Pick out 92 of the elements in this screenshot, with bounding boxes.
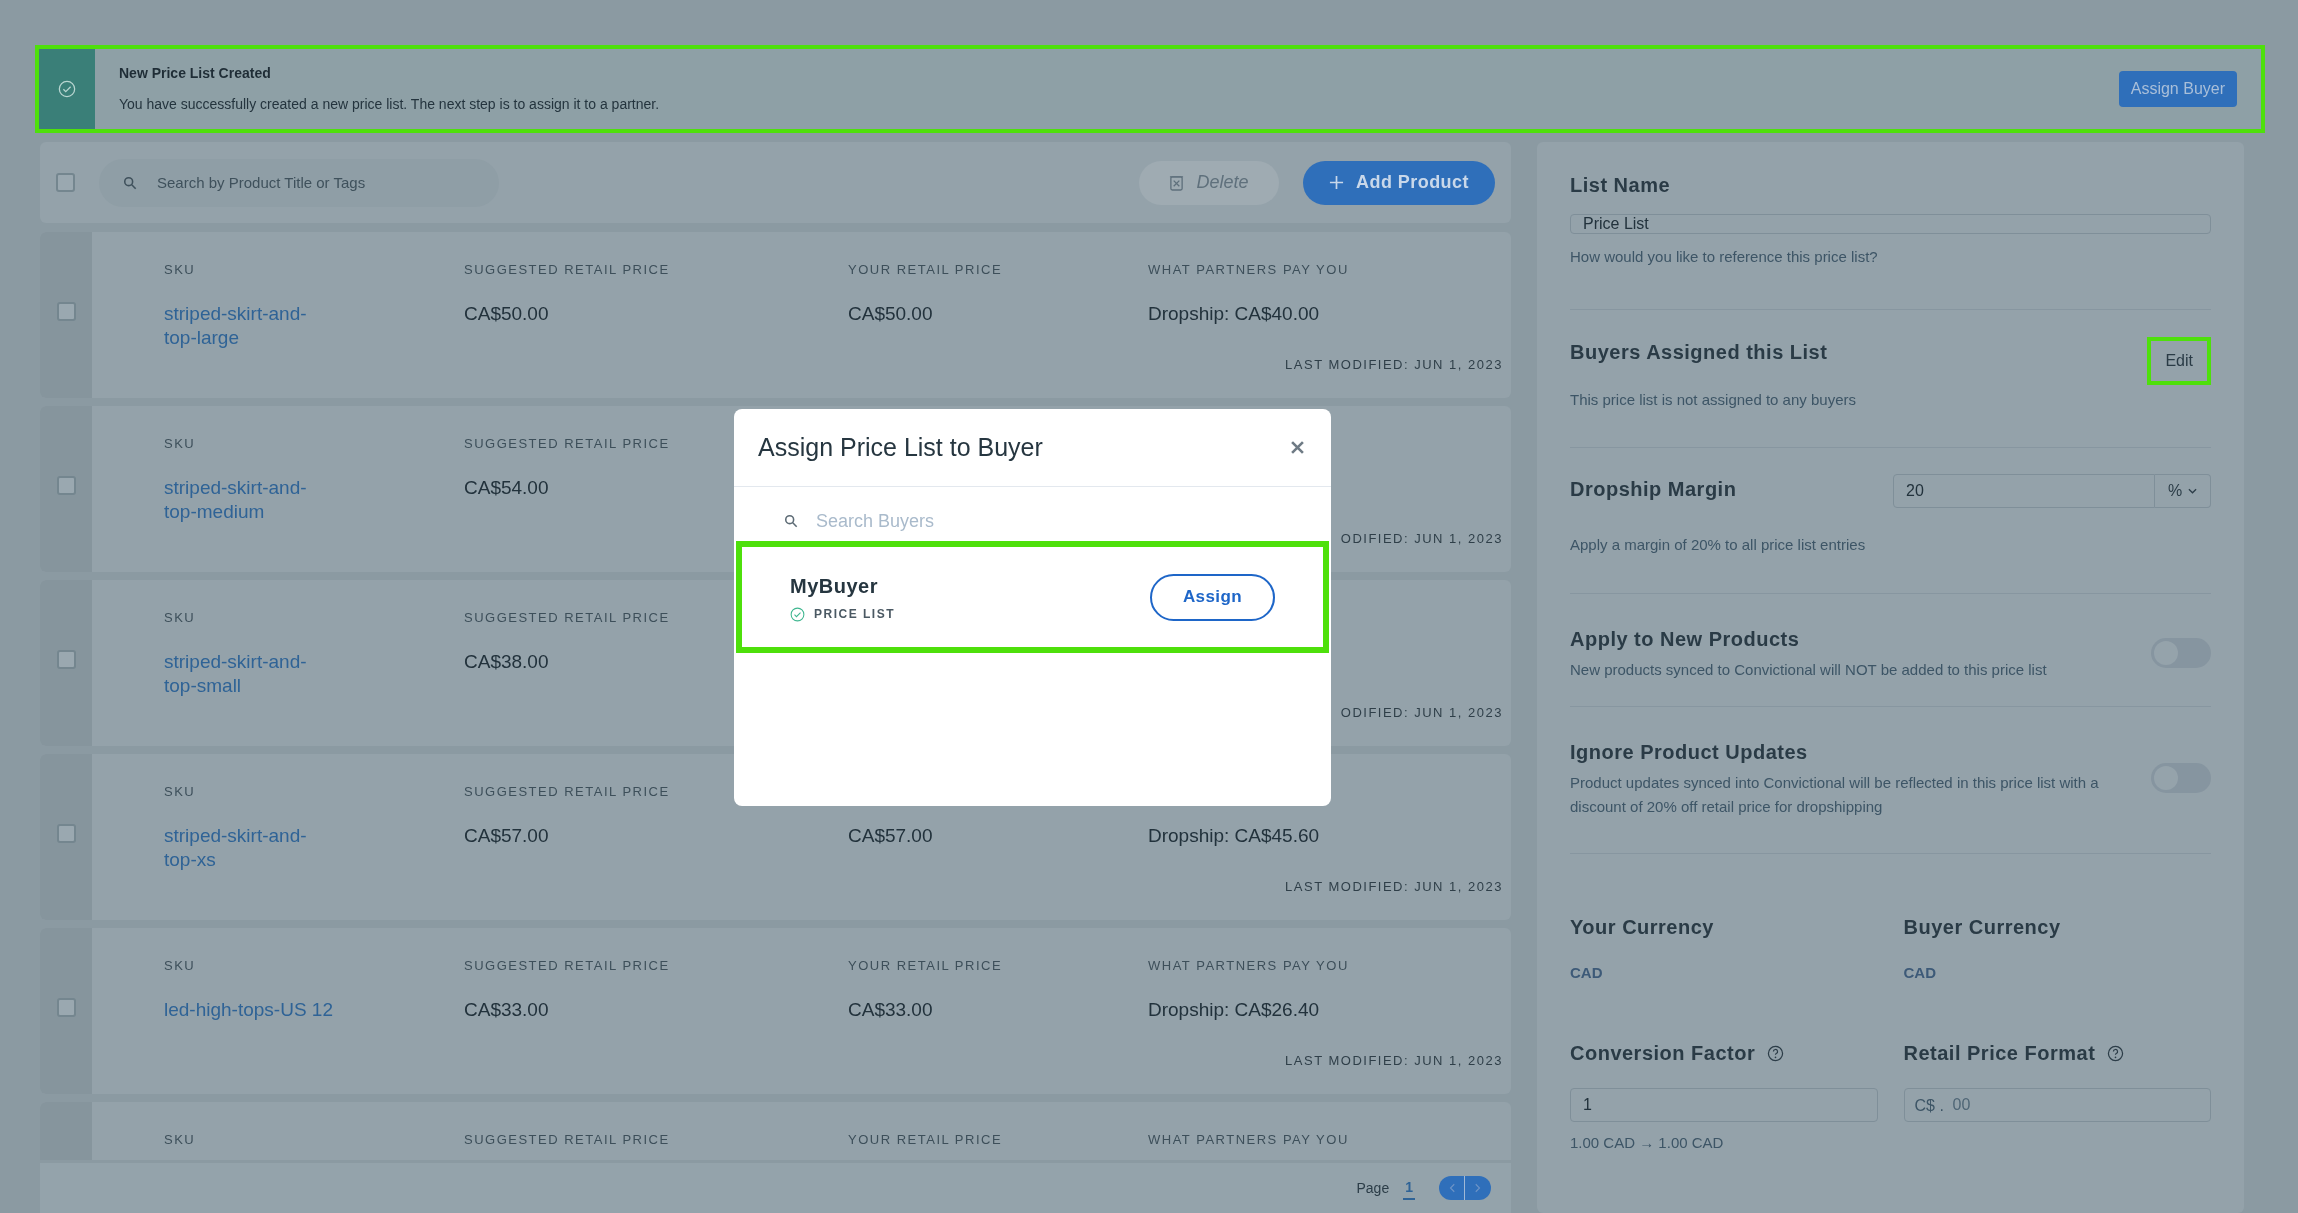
section-heading: Apply to New Products: [1570, 626, 1800, 652]
column-label: YOUR RETAIL PRICE: [848, 1131, 1003, 1146]
current-page[interactable]: 1: [1403, 1176, 1415, 1200]
buyer-tag: PRICE LIST: [814, 605, 895, 623]
column-label: SKU: [164, 261, 196, 276]
section-heading: Buyer Currency: [1903, 914, 2061, 940]
currency-prefix: C$ .: [1914, 1096, 1944, 1116]
search-icon: [784, 514, 798, 528]
helper-text: New products synced to Convictional will NOT be added to this price list: [1570, 659, 2047, 680]
column-label: SUGGESTED RETAIL PRICE: [464, 261, 670, 276]
last-modified-text: LAST MODIFIED: JUN 1, 2023: [1285, 355, 1503, 374]
add-product-button[interactable]: Add Product: [1303, 160, 1495, 205]
select-all-checkbox[interactable]: [56, 173, 75, 192]
price-text: Dropship: CA$26.40: [1148, 998, 1320, 1022]
chevron-right-icon: [1475, 1183, 1481, 1193]
banner-title: New Price List Created: [119, 64, 271, 83]
search-icon: [123, 175, 137, 190]
assign-button[interactable]: Assign: [1150, 573, 1275, 621]
check-circle-icon: [58, 80, 76, 98]
column-label: YOUR RETAIL PRICE: [848, 957, 1003, 972]
section-heading: Buyers Assigned this List: [1570, 339, 1828, 365]
helper-text: 1.00 CAD → 1.00 CAD: [1570, 1133, 1724, 1153]
row-checkbox[interactable]: [56, 998, 76, 1017]
dialog-title: Assign Price List to Buyer: [758, 431, 1043, 463]
last-modified-text: ODIFIED: JUN 1, 2023: [1340, 703, 1503, 722]
price-text: Dropship: CA$45.60: [1148, 824, 1320, 848]
unit-dropdown[interactable]: %: [2155, 474, 2211, 508]
chevron-left-icon: [1448, 1183, 1455, 1193]
sku-link[interactable]: striped-skirt-and-top-xs: [164, 824, 334, 872]
price-text: Dropship: CA$40.00: [1148, 302, 1320, 326]
plus-icon: [1329, 175, 1344, 190]
section-heading: Retail Price Format: [1903, 1041, 2096, 1066]
column-label: SUGGESTED RETAIL PRICE: [464, 1131, 670, 1146]
price-text: CA$57.00: [848, 824, 933, 848]
chevron-down-icon: [2188, 488, 2198, 494]
help-icon: [2107, 1044, 2125, 1062]
helper-text: How would you like to reference this price list?: [1570, 247, 1878, 267]
helper-text: This price list is not assigned to any buyers: [1570, 389, 1856, 410]
price-text: CA$54.00: [464, 476, 549, 500]
column-label: SKU: [164, 957, 196, 972]
trash-icon: [1169, 174, 1185, 191]
price-text: CA$33.00: [464, 998, 549, 1022]
price-text: CA$50.00: [848, 302, 933, 326]
column-label: YOUR RETAIL PRICE: [848, 261, 1003, 276]
section-heading: Dropship Margin: [1570, 477, 1737, 502]
buyer-name: MyBuyer: [790, 574, 878, 599]
price-text: CA$57.00: [464, 824, 549, 848]
banner-message: You have successfully created a new price list. The next step is to assign it to a partner.: [119, 95, 660, 114]
helper-text: Apply a margin of 20% to all price list entries: [1570, 535, 1866, 555]
currency-code: CAD: [1903, 962, 1936, 983]
section-heading: Ignore Product Updates: [1570, 739, 1808, 765]
column-label: SUGGESTED RETAIL PRICE: [464, 435, 670, 450]
column-label: SUGGESTED RETAIL PRICE: [464, 957, 670, 972]
column-label: SKU: [164, 783, 196, 798]
help-icon: [1767, 1044, 1785, 1062]
sku-link[interactable]: striped-skirt-and-top-small: [164, 650, 334, 698]
price-text: CA$50.00: [464, 302, 549, 326]
conversion-factor-field[interactable]: 1: [1570, 1088, 1878, 1122]
margin-field[interactable]: 20: [1893, 474, 2155, 508]
column-label: WHAT PARTNERS PAY YOU: [1148, 261, 1349, 276]
column-label: SKU: [164, 1131, 196, 1146]
sku-link[interactable]: striped-skirt-and-top-large: [164, 302, 334, 350]
section-heading: Conversion Factor: [1570, 1041, 1756, 1066]
last-modified-text: LAST MODIFIED: JUN 1, 2023: [1285, 1051, 1503, 1070]
row-checkbox[interactable]: [56, 476, 76, 495]
check-circle-icon: [790, 606, 805, 622]
list-name-field[interactable]: Price List: [1570, 214, 2211, 234]
row-checkbox[interactable]: [56, 824, 76, 843]
row-checkbox[interactable]: [56, 650, 76, 669]
currency-code: CAD: [1570, 962, 1603, 983]
column-label: WHAT PARTNERS PAY YOU: [1148, 1131, 1349, 1146]
column-label: SKU: [164, 609, 196, 624]
page-label: Page: [1356, 1178, 1390, 1198]
column-label: SUGGESTED RETAIL PRICE: [464, 783, 670, 798]
column-label: WHAT PARTNERS PAY YOU: [1148, 957, 1349, 972]
section-heading: List Name: [1570, 173, 1671, 198]
price-text: CA$33.00: [848, 998, 933, 1022]
column-label: SKU: [164, 435, 196, 450]
buyer-search-field[interactable]: Search Buyers: [784, 501, 1281, 541]
last-modified-text: LAST MODIFIED: JUN 1, 2023: [1285, 877, 1503, 896]
helper-text: Product updates synced into Convictional will be reflected in this price list with a discount of 20% off retail price for dropshipping: [1570, 772, 2100, 817]
assign-buyer-button[interactable]: Assign Buyer: [2118, 71, 2237, 107]
last-modified-text: ODIFIED: JUN 1, 2023: [1340, 529, 1503, 548]
edit-button[interactable]: Edit: [2147, 336, 2211, 385]
price-text: CA$38.00: [464, 650, 549, 674]
close-icon: [1290, 441, 1304, 454]
column-label: SUGGESTED RETAIL PRICE: [464, 609, 670, 624]
row-checkbox[interactable]: [56, 302, 76, 321]
section-heading: Your Currency: [1570, 914, 1714, 940]
sku-link[interactable]: led-high-tops-US 12: [164, 998, 334, 1022]
search-field[interactable]: Search by Product Title or Tags: [99, 158, 499, 207]
sku-link[interactable]: striped-skirt-and-top-medium: [164, 476, 334, 524]
